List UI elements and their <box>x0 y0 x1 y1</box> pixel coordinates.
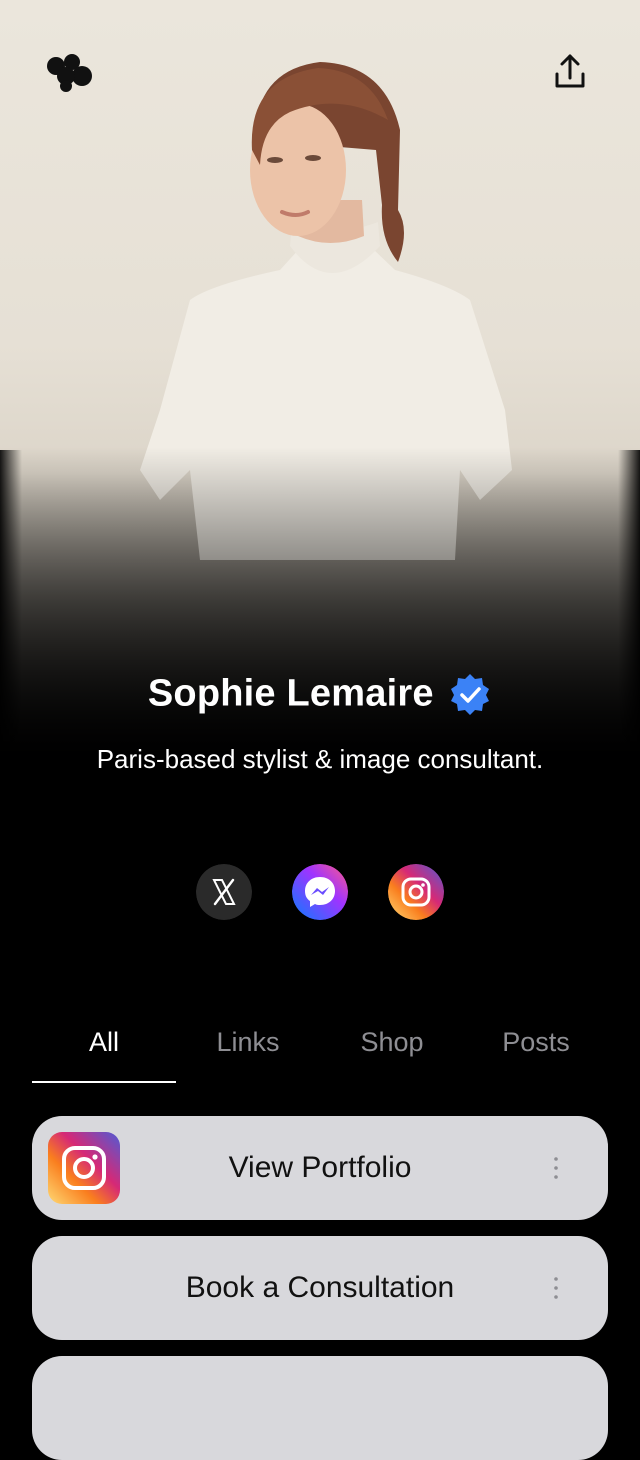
link-card-partial[interactable] <box>32 1356 608 1460</box>
more-vertical-icon[interactable] <box>540 1152 572 1184</box>
x-social-link[interactable] <box>196 864 252 920</box>
link-label: Book a Consultation <box>185 1271 455 1304</box>
hero-gradient-overlay <box>0 0 640 860</box>
profile-name: Sophie Lemaire <box>147 672 434 715</box>
instagram-social-link[interactable] <box>388 864 444 920</box>
link-card-view-portfolio[interactable]: View Portfolio <box>32 1116 608 1220</box>
link-card-book-consultation[interactable]: Book a Consultation <box>32 1236 608 1340</box>
more-vertical-icon[interactable] <box>540 1272 572 1304</box>
link-label <box>32 1356 608 1460</box>
linktree-blob-logo-icon[interactable] <box>44 52 96 92</box>
tab-shop[interactable]: Shop <box>320 1012 464 1084</box>
link-label: View Portfolio <box>228 1151 412 1184</box>
tab-all[interactable]: All <box>32 1012 176 1084</box>
messenger-icon <box>292 864 348 920</box>
active-tab-indicator <box>32 1081 176 1083</box>
verified-badge-icon <box>451 674 490 715</box>
messenger-social-link[interactable] <box>292 864 348 920</box>
profile-bio: Paris-based stylist & image consultant. <box>96 744 544 774</box>
tab-posts[interactable]: Posts <box>464 1012 608 1084</box>
instagram-icon <box>388 864 444 920</box>
share-upload-icon[interactable] <box>548 50 592 94</box>
profile-hero <box>0 0 640 860</box>
content-tabs: All Links Shop Posts <box>32 1012 608 1084</box>
tab-links[interactable]: Links <box>176 1012 320 1084</box>
social-icons-row <box>0 864 640 920</box>
x-icon <box>196 864 252 920</box>
profile-name-row: Sophie Lemaire <box>0 672 640 716</box>
